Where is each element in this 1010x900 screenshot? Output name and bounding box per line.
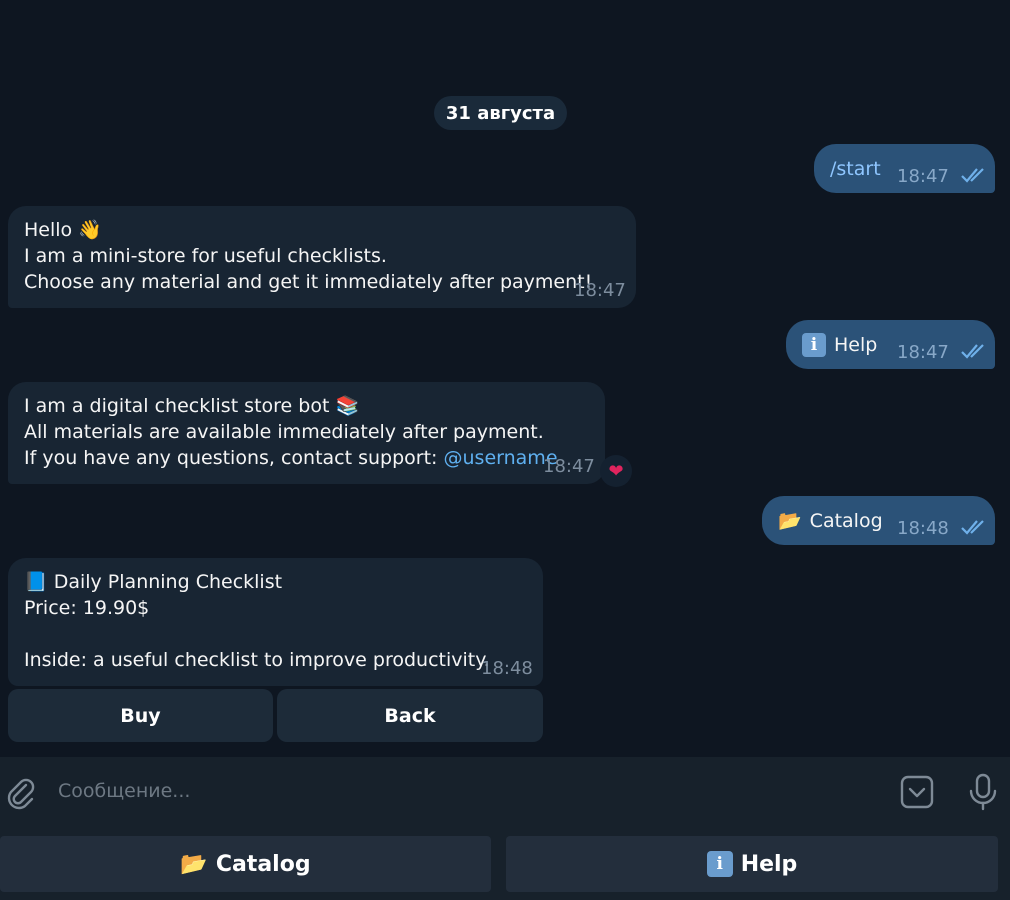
keyboard-button-label: Help xyxy=(740,851,798,877)
product-price: Price: 19.90$ xyxy=(24,597,150,619)
keyboard-button-help[interactable]: i Help xyxy=(506,836,998,892)
message-text: 📂 Catalog xyxy=(778,508,883,534)
keyboard-button-label: Catalog xyxy=(215,851,311,877)
folder-icon: 📂 xyxy=(778,510,802,532)
keyboard-button-catalog[interactable]: 📂 Catalog xyxy=(0,836,491,892)
message-time: 18:48 xyxy=(897,518,949,539)
date-label: 31 августа xyxy=(445,102,556,124)
message-line: I am a digital checklist store bot 📚 xyxy=(24,395,360,417)
message-line: I am a mini-store for useful checklists. xyxy=(24,245,387,267)
support-username-link[interactable]: @username xyxy=(444,447,558,469)
message-time: 18:47 xyxy=(897,342,949,363)
message-label: Help xyxy=(834,334,878,356)
read-checkmarks-icon xyxy=(961,168,984,183)
product-description: Inside: a useful checklist to improve pr… xyxy=(24,649,490,671)
message-outgoing-help[interactable]: i Help 18:47 xyxy=(786,320,995,369)
message-outgoing-start[interactable]: /start 18:47 xyxy=(814,144,995,193)
paperclip-icon[interactable] xyxy=(4,776,38,810)
message-incoming-welcome[interactable]: Hello 👋 I am a mini-store for useful che… xyxy=(8,206,636,308)
read-checkmarks-icon xyxy=(961,520,984,535)
message-input[interactable] xyxy=(56,770,860,812)
information-icon: i xyxy=(706,851,733,877)
message-line: All materials are available immediately … xyxy=(24,421,544,443)
heart-reaction[interactable]: ❤ xyxy=(600,455,632,487)
read-checkmarks-icon xyxy=(961,344,984,359)
product-title: 📘 Daily Planning Checklist xyxy=(24,571,283,593)
message-text: i Help xyxy=(802,332,877,358)
message-line: If you have any questions, contact suppo… xyxy=(24,445,558,471)
message-line: Choose any material and get it immediate… xyxy=(24,271,593,293)
heart-icon: ❤ xyxy=(608,460,624,482)
information-icon: i xyxy=(802,333,826,357)
microphone-icon[interactable] xyxy=(966,772,1000,812)
message-text: /start xyxy=(830,156,881,182)
back-button[interactable]: Back xyxy=(277,689,543,742)
message-time: 18:47 xyxy=(574,280,626,301)
chat-area: 31 августа /start 18:47 Hello 👋 I am a m… xyxy=(0,0,1010,757)
message-outgoing-catalog[interactable]: 📂 Catalog 18:48 xyxy=(762,496,995,545)
message-incoming-info[interactable]: I am a digital checklist store bot 📚 All… xyxy=(8,382,605,484)
message-time: 18:47 xyxy=(897,166,949,187)
back-button-label: Back xyxy=(384,704,436,727)
buy-button[interactable]: Buy xyxy=(8,689,273,742)
bot-keyboard-toggle-icon[interactable] xyxy=(899,774,935,810)
message-time: 18:48 xyxy=(481,658,533,679)
message-incoming-product[interactable]: 📘 Daily Planning Checklist Price: 19.90$… xyxy=(8,558,543,686)
bot-command-link[interactable]: /start xyxy=(830,156,881,182)
message-line: Hello 👋 xyxy=(24,219,102,241)
message-label: Catalog xyxy=(809,510,883,532)
date-separator: 31 августа xyxy=(434,96,567,130)
message-time: 18:47 xyxy=(543,456,595,477)
folder-icon: 📂 xyxy=(180,851,208,877)
message-line-text: If you have any questions, contact suppo… xyxy=(24,447,444,469)
buy-button-label: Buy xyxy=(120,704,161,727)
